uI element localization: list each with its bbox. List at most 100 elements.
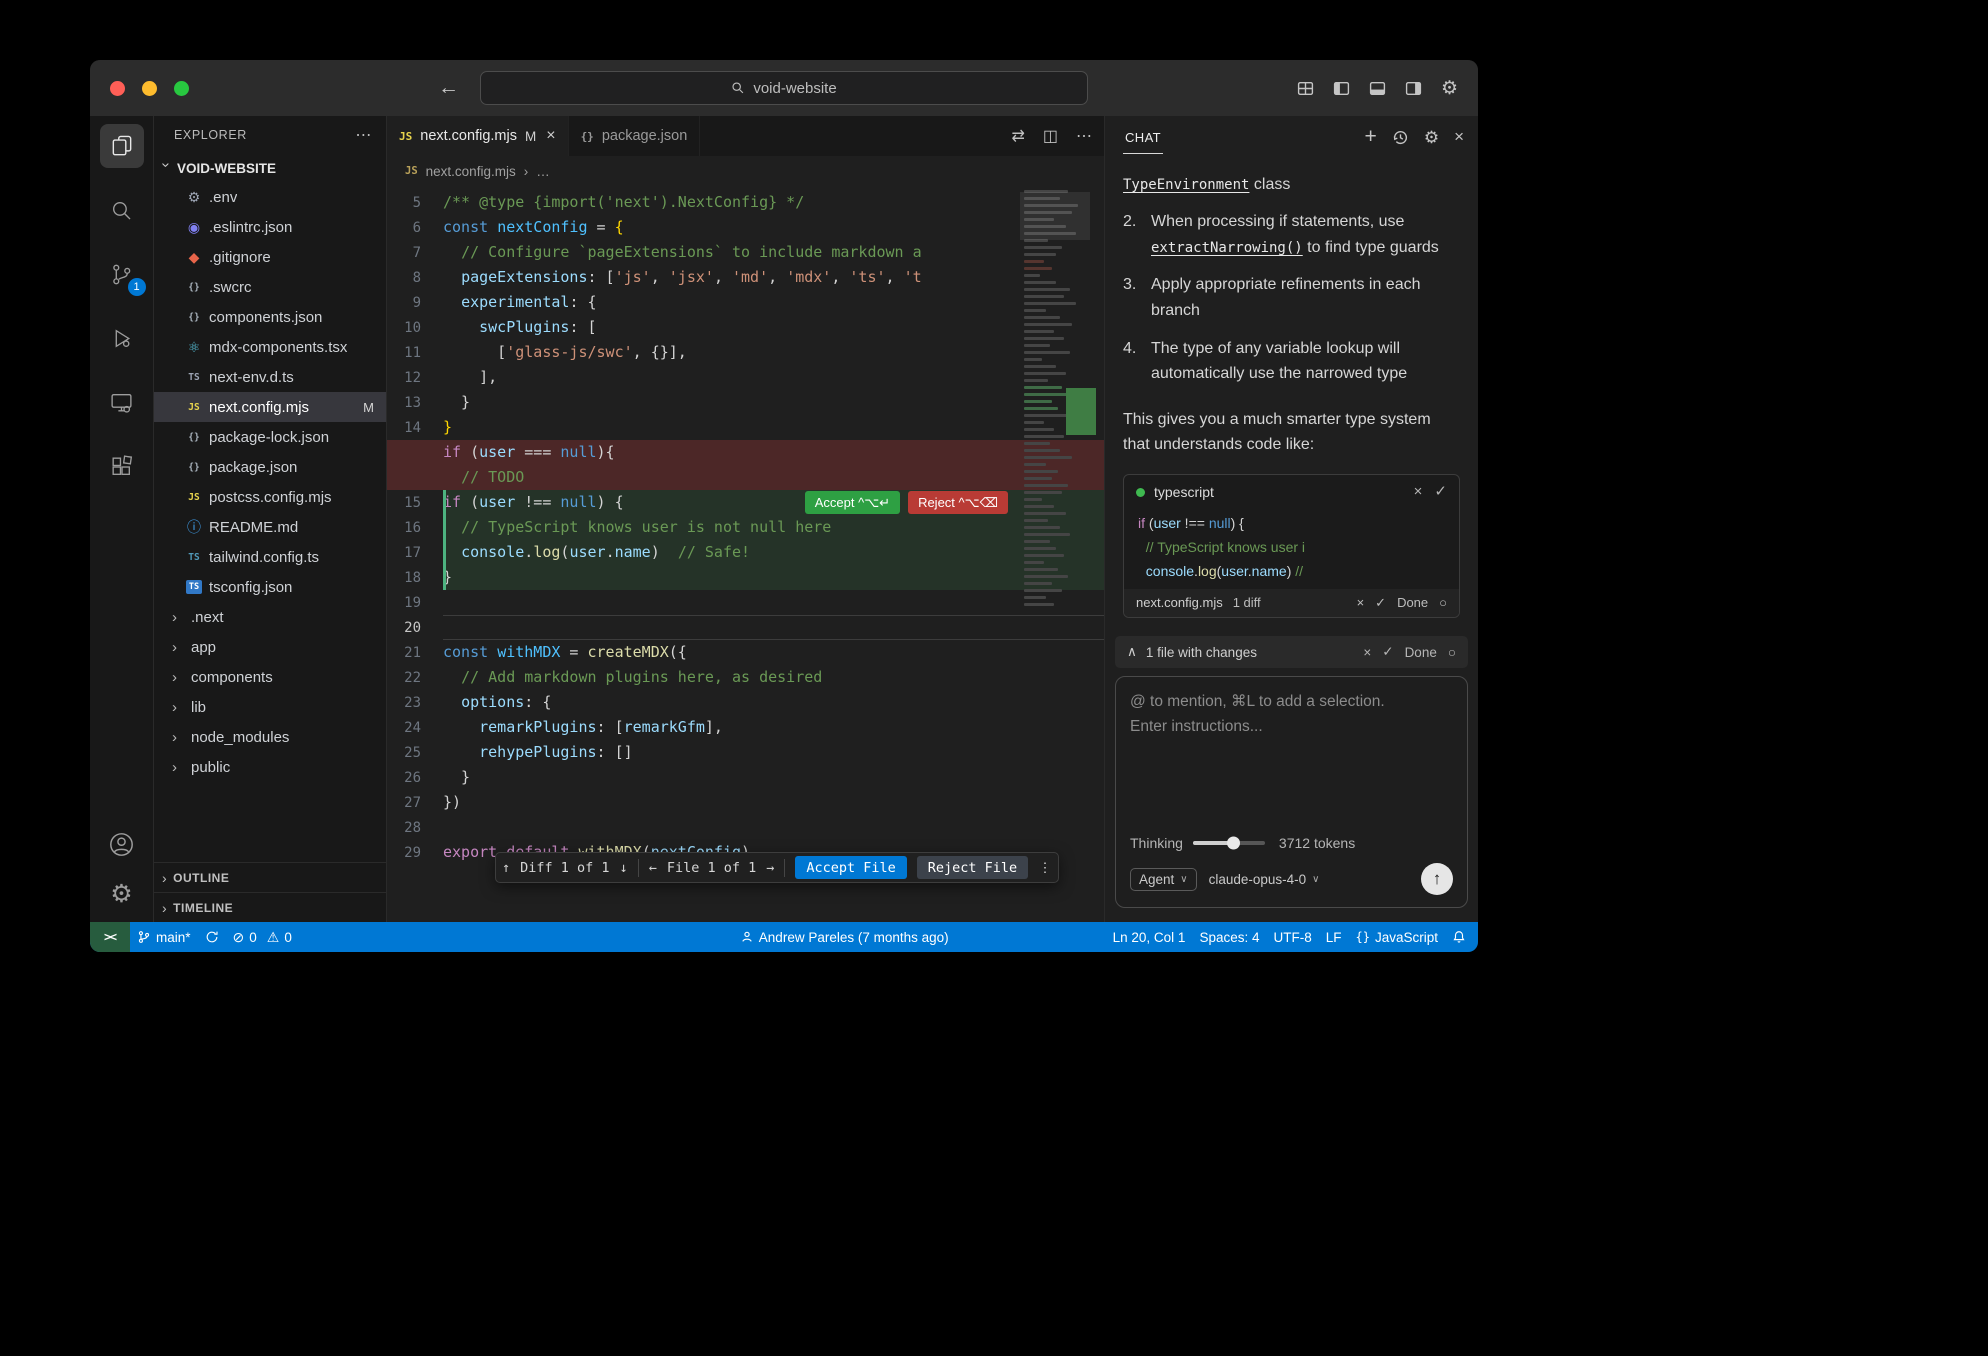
outline-section-header[interactable]: › OUTLINE (154, 862, 386, 892)
model-dropdown[interactable]: claude-opus-4-0 ∨ (1209, 872, 1320, 887)
run-debug-activity-icon[interactable] (100, 316, 144, 360)
accept-all-icon[interactable]: ✓ (1382, 644, 1393, 660)
file-row[interactable]: ◆.gitignore (154, 242, 386, 272)
next-diff-icon[interactable]: ↓ (620, 860, 628, 876)
close-window-button[interactable] (110, 81, 125, 96)
zoom-window-button[interactable] (174, 81, 189, 96)
code-line[interactable]: 18} (387, 565, 1104, 590)
code-line[interactable]: 19 (387, 590, 1104, 615)
send-button[interactable]: ↑ (1421, 863, 1453, 895)
manage-gear-icon[interactable]: ⚙ (100, 872, 144, 916)
code-line[interactable]: 11 ['glass-js/swc', {}], (387, 340, 1104, 365)
close-tab-icon[interactable]: × (546, 127, 555, 145)
code-line[interactable]: 8 pageExtensions: ['js', 'jsx', 'md', 'm… (387, 265, 1104, 290)
chat-tab[interactable]: CHAT (1123, 120, 1163, 154)
file-row[interactable]: ⚙.env (154, 182, 386, 212)
agent-mode-dropdown[interactable]: Agent ∨ (1130, 868, 1197, 891)
notifications-item[interactable] (1445, 922, 1478, 952)
code-line[interactable]: 22 // Add markdown plugins here, as desi… (387, 665, 1104, 690)
breadcrumb-more[interactable]: … (536, 164, 550, 179)
editor-more-actions-icon[interactable]: ⋯ (1076, 126, 1092, 146)
explorer-activity-icon[interactable] (100, 124, 144, 168)
done-label[interactable]: Done (1397, 593, 1428, 614)
code-line[interactable]: 13 } (387, 390, 1104, 415)
sync-item[interactable] (198, 922, 226, 952)
blame-item[interactable]: Andrew Pareles (7 months ago) (733, 922, 956, 952)
code-line[interactable]: 21const withMDX = createMDX({ (387, 640, 1104, 665)
file-row[interactable]: ◉.eslintrc.json (154, 212, 386, 242)
chat-settings-icon[interactable]: ⚙ (1424, 129, 1439, 146)
file-row[interactable]: JSnext.config.mjsM (154, 392, 386, 422)
file-row[interactable]: {}components.json (154, 302, 386, 332)
slider-knob[interactable] (1227, 837, 1240, 850)
history-icon[interactable] (1392, 129, 1409, 146)
open-changes-icon[interactable]: ⇄ (1011, 126, 1024, 146)
prev-file-icon[interactable]: ← (649, 860, 657, 876)
breadcrumb-file[interactable]: next.config.mjs (426, 164, 516, 179)
file-row[interactable]: {}package.json (154, 452, 386, 482)
code-line[interactable]: 6const nextConfig = { (387, 215, 1104, 240)
code-line[interactable]: 27}) (387, 790, 1104, 815)
file-row[interactable]: ⓘREADME.md (154, 512, 386, 542)
diffbar-more-icon[interactable]: ⋮ (1038, 860, 1052, 876)
tab-package-json[interactable]: {} package.json (569, 116, 701, 156)
code-line[interactable]: 15if (user !== null) {Accept ^⌥↵Reject ^… (387, 490, 1104, 515)
reject-all-icon[interactable]: × (1363, 645, 1371, 660)
folder-row[interactable]: ›public (154, 752, 386, 782)
new-chat-icon[interactable]: + (1365, 125, 1377, 149)
code-line[interactable]: 16 // TypeScript knows user is not null … (387, 515, 1104, 540)
code-line[interactable]: if (user === null){ (387, 440, 1104, 465)
problems-item[interactable]: ⊘ 0 ⚠ 0 (226, 922, 299, 952)
thinking-slider[interactable] (1193, 841, 1265, 845)
encoding-item[interactable]: UTF-8 (1267, 922, 1319, 952)
code-editor[interactable]: 5/** @type {import('next').NextConfig} *… (387, 186, 1104, 922)
accept-diff-icon[interactable]: ✓ (1375, 593, 1386, 614)
accept-change-button[interactable]: Accept ^⌥↵ (805, 491, 900, 514)
file-row[interactable]: TStailwind.config.ts (154, 542, 386, 572)
code-line[interactable]: 25 rehypePlugins: [] (387, 740, 1104, 765)
settings-gear-icon[interactable]: ⚙ (1441, 79, 1458, 98)
reject-diff-icon[interactable]: × (1357, 593, 1365, 614)
search-activity-icon[interactable] (100, 188, 144, 232)
code-line[interactable]: 12 ], (387, 365, 1104, 390)
minimap[interactable] (1020, 190, 1090, 830)
folder-row[interactable]: ›node_modules (154, 722, 386, 752)
code-line[interactable]: if (user !== null) { (1138, 511, 1459, 535)
code-line[interactable]: 10 swcPlugins: [ (387, 315, 1104, 340)
remote-explorer-activity-icon[interactable] (100, 380, 144, 424)
remote-indicator[interactable]: >< (90, 922, 130, 952)
indentation-item[interactable]: Spaces: 4 (1192, 922, 1266, 952)
source-control-activity-icon[interactable]: 1 (100, 252, 144, 296)
customize-layout-icon[interactable] (1297, 80, 1314, 97)
next-file-icon[interactable]: → (766, 860, 774, 876)
account-icon[interactable] (100, 822, 144, 866)
split-editor-icon[interactable]: ◫ (1043, 126, 1058, 146)
command-center-search[interactable]: void-website (480, 71, 1088, 105)
language-mode-item[interactable]: {} JavaScript (1349, 922, 1445, 952)
code-line[interactable]: 14} (387, 415, 1104, 440)
folder-row[interactable]: ›.next (154, 602, 386, 632)
toggle-panel-icon[interactable] (1369, 80, 1386, 97)
reject-snippet-icon[interactable]: × (1414, 480, 1423, 504)
reject-file-button[interactable]: Reject File (917, 856, 1028, 879)
file-row[interactable]: {}package-lock.json (154, 422, 386, 452)
accept-file-button[interactable]: Accept File (795, 856, 906, 879)
eol-item[interactable]: LF (1319, 922, 1349, 952)
minimize-window-button[interactable] (142, 81, 157, 96)
code-line[interactable]: 7 // Configure `pageExtensions` to inclu… (387, 240, 1104, 265)
done-label[interactable]: Done (1405, 645, 1437, 660)
extensions-activity-icon[interactable] (100, 444, 144, 488)
explorer-more-actions-icon[interactable]: ⋯ (355, 125, 372, 145)
cursor-position-item[interactable]: Ln 20, Col 1 (1106, 922, 1193, 952)
timeline-section-header[interactable]: › TIMELINE (154, 892, 386, 922)
toggle-sidebar-icon[interactable] (1333, 80, 1350, 97)
code-line[interactable]: 17 console.log(user.name) // Safe! (387, 540, 1104, 565)
code-line[interactable]: // TypeScript knows user i (1138, 535, 1459, 559)
toggle-secondary-sidebar-icon[interactable] (1405, 80, 1422, 97)
folder-row[interactable]: ›app (154, 632, 386, 662)
breadcrumb[interactable]: JS next.config.mjs › … (387, 156, 1104, 186)
close-chat-icon[interactable]: × (1454, 127, 1464, 147)
branch-item[interactable]: main* (130, 922, 198, 952)
code-line[interactable]: 5/** @type {import('next').NextConfig} *… (387, 190, 1104, 215)
back-button[interactable]: ← (438, 76, 459, 100)
